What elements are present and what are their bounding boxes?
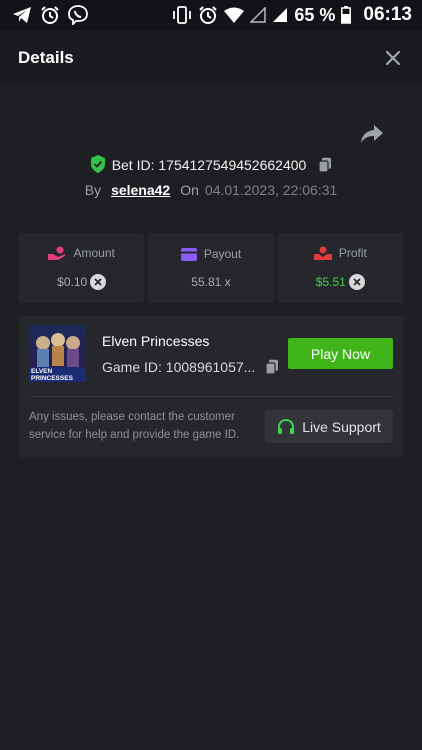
details-header: Details <box>0 30 422 86</box>
amount-label: Amount <box>73 246 115 260</box>
signal-icon <box>272 7 288 23</box>
headset-icon <box>278 418 295 434</box>
hand-coins-icon <box>48 246 66 260</box>
wallet-icon <box>180 247 197 261</box>
close-button[interactable] <box>382 47 404 69</box>
divider <box>29 396 393 397</box>
hand-money-icon <box>313 246 332 260</box>
bet-id-row: Bet ID: 1754127549452662400 <box>0 154 422 176</box>
profit-label: Profit <box>338 246 367 260</box>
page-title: Details <box>18 48 74 67</box>
on-label: On <box>180 182 199 198</box>
status-bar: 65 % 06:13 <box>0 0 422 30</box>
bet-date: 04.01.2023, 22:06:31 <box>204 182 338 198</box>
wifi-icon <box>224 7 245 23</box>
profit-value: $5.51 <box>315 275 346 289</box>
username-link[interactable]: selena42 <box>111 182 170 198</box>
currency-badge-icon <box>348 274 365 290</box>
help-text: Any issues, please contact the customer … <box>29 411 240 441</box>
game-card: ELVEN PRINCESSES Elven Princesses Game I… <box>19 316 403 458</box>
copy-icon <box>265 359 279 375</box>
amount-card: Amount $0.10 <box>19 233 145 303</box>
live-support-label: Live Support <box>302 418 381 435</box>
amount-value: $0.10 <box>57 275 88 289</box>
viber-icon <box>68 5 88 25</box>
verified-shield-icon <box>90 154 106 176</box>
currency-badge-icon <box>90 274 107 290</box>
clock-time: 06:13 <box>363 4 412 25</box>
payout-card: Payout 55.81 x <box>148 233 274 303</box>
copy-icon <box>318 157 332 173</box>
stats-row: Amount $0.10 Payout 55.81 x Profit $5.51 <box>19 233 403 303</box>
close-icon <box>386 51 400 65</box>
by-label: By <box>84 182 102 198</box>
battery-icon <box>341 6 352 24</box>
share-button[interactable] <box>360 124 386 146</box>
thumbnail-title: ELVEN PRINCESSES <box>31 368 73 382</box>
share-icon <box>361 125 383 143</box>
live-support-button[interactable]: Live Support <box>265 410 393 443</box>
battery-percent: 65 % <box>294 4 336 25</box>
status-bar-left <box>12 5 88 25</box>
game-thumbnail[interactable]: ELVEN PRINCESSES <box>29 325 86 382</box>
payout-label: Payout <box>203 247 242 261</box>
payout-value: 55.81 x <box>191 275 231 289</box>
copy-game-id-button[interactable] <box>265 359 279 375</box>
alarm-icon <box>198 5 218 25</box>
alarm-icon <box>40 5 60 25</box>
telegram-icon <box>12 6 32 24</box>
bet-meta-row: By selena42 On 04.01.2023, 22:06:31 <box>0 180 422 200</box>
signal-empty-icon <box>250 7 267 23</box>
profit-card: Profit $5.51 <box>277 233 403 303</box>
game-name: Elven Princesses <box>102 333 210 349</box>
bet-id-text: Bet ID: 1754127549452662400 <box>111 157 307 173</box>
game-id-row: Game ID: 1008961057... <box>102 359 279 375</box>
game-id-text: Game ID: 1008961057... <box>102 359 256 375</box>
play-now-button[interactable]: Play Now <box>288 338 393 369</box>
vibrate-icon <box>172 6 192 24</box>
status-bar-right: 65 % 06:13 <box>172 4 412 26</box>
copy-bet-id-button[interactable] <box>318 157 332 173</box>
